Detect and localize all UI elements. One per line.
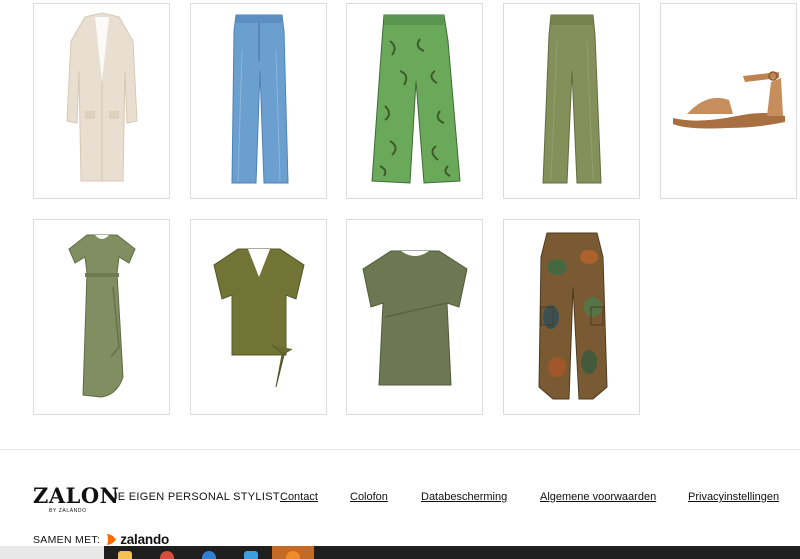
product-tile-olive-trousers[interactable]	[503, 3, 640, 199]
footer-link-privacy[interactable]: Databescherming	[421, 491, 507, 503]
partner-label: SAMEN MET:	[33, 533, 101, 546]
product-tile-printed-trousers[interactable]	[346, 3, 483, 199]
footer: ZALON BY ZALANDO JE EIGEN PERSONAL STYLI…	[0, 450, 800, 547]
zalando-logo[interactable]: zalando	[106, 532, 169, 547]
partner-brand: zalando	[120, 532, 170, 547]
product-tile-knot-tshirt[interactable]	[190, 219, 327, 415]
logo-wordmark: ZALON	[33, 483, 120, 508]
cardigan-image	[65, 12, 138, 182]
taskbar	[0, 546, 800, 559]
taskbar-search-area[interactable]	[0, 546, 104, 559]
tagline: JE EIGEN PERSONAL STYLIST	[112, 491, 280, 503]
zalon-logo[interactable]: ZALON BY ZALANDO	[33, 485, 119, 514]
edge-icon[interactable]	[188, 546, 230, 559]
jeans-image	[230, 14, 289, 184]
product-tile-maxi-dress[interactable]	[33, 219, 170, 415]
store-icon[interactable]	[230, 546, 272, 559]
zalando-flag-icon	[107, 534, 117, 545]
camo-trousers-image	[537, 232, 608, 400]
peplum-tshirt-image	[361, 250, 468, 386]
partner-line: SAMEN MET: zalando	[33, 532, 169, 547]
footer-link-terms[interactable]: Algemene voorwaarden	[540, 491, 656, 503]
maxi-dress-image	[67, 234, 136, 398]
firefox-icon[interactable]	[272, 546, 314, 559]
footer-link-privacy-settings[interactable]: Privacyinstellingen	[688, 491, 779, 503]
product-tile-cardigan[interactable]	[33, 3, 170, 199]
printed-trousers-image	[370, 14, 461, 184]
footer-link-colofon[interactable]: Colofon	[350, 491, 388, 503]
sandal-image	[672, 71, 785, 129]
chrome-icon[interactable]	[146, 546, 188, 559]
product-tile-camo-cargo-trousers[interactable]	[503, 219, 640, 415]
product-tile-wide-leg-jeans[interactable]	[190, 3, 327, 199]
olive-trousers-image	[541, 14, 602, 184]
knot-tshirt-image	[212, 248, 305, 388]
file-explorer-icon[interactable]	[104, 546, 146, 559]
footer-link-contact[interactable]: Contact	[280, 491, 318, 503]
product-tile-sandal[interactable]	[660, 3, 797, 199]
logo-subline: BY ZALANDO	[49, 508, 87, 514]
product-tile-peplum-tshirt[interactable]	[346, 219, 483, 415]
